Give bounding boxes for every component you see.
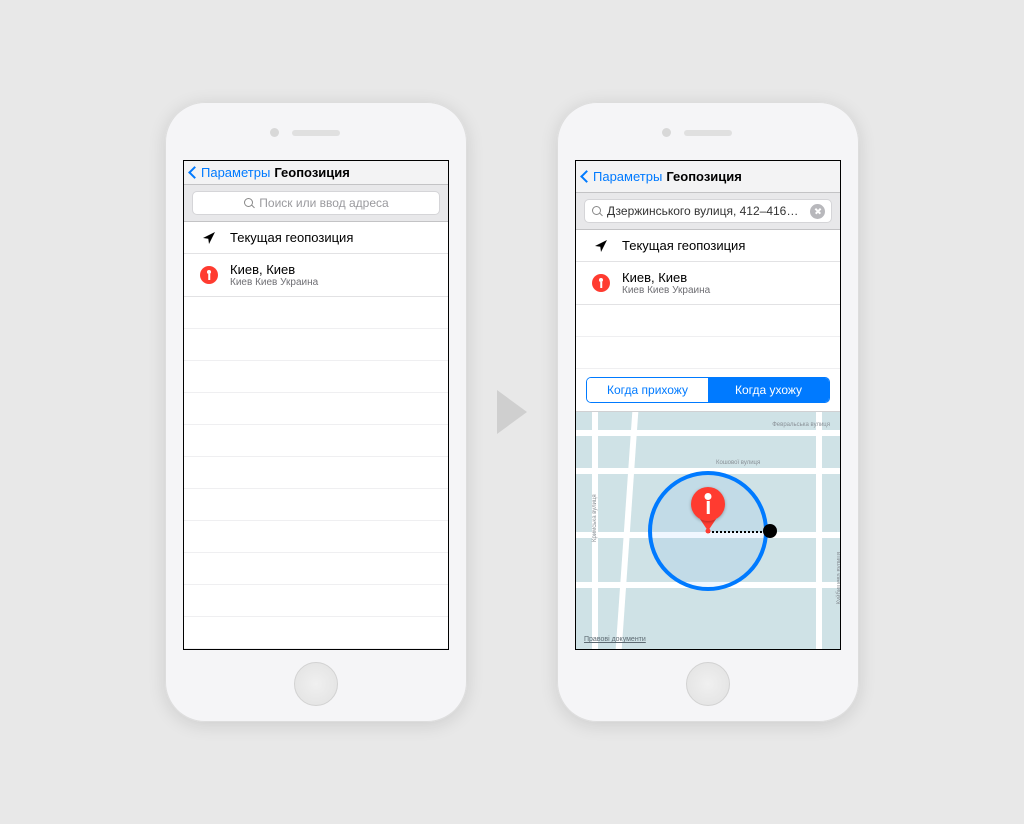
search-bar: Поиск или ввод адреса bbox=[184, 185, 448, 222]
row-label: Киев, Киев bbox=[230, 262, 318, 277]
search-placeholder: Поиск или ввод адреса bbox=[259, 196, 388, 210]
screen-right: Параметры Геопозиция Дзержинського вулиц… bbox=[575, 160, 841, 650]
nav-back-button[interactable]: Параметры bbox=[190, 165, 270, 180]
segment-arrive[interactable]: Когда прихожу bbox=[587, 378, 708, 402]
phone-mockup-left: Параметры Геопозиция Поиск или ввод адре… bbox=[165, 102, 467, 722]
row-current-location[interactable]: Текущая геопозиция bbox=[184, 222, 448, 254]
search-input[interactable]: Дзержинського вулиця, 412–416… bbox=[584, 199, 832, 223]
nav-bar: Параметры Геопозиция bbox=[184, 161, 448, 185]
search-value: Дзержинського вулиця, 412–416… bbox=[607, 204, 804, 218]
empty-list bbox=[576, 305, 840, 369]
location-arrow-icon bbox=[594, 239, 608, 253]
phone-camera bbox=[270, 128, 279, 137]
map-view[interactable]: Февральська вулиця Кошової вулиця Кримсь… bbox=[576, 411, 840, 649]
row-saved-location[interactable]: Киев, Киев Киев Киев Украина bbox=[184, 254, 448, 297]
chevron-left-icon bbox=[580, 170, 593, 183]
nav-back-label: Параметры bbox=[201, 165, 270, 180]
transition-arrow-icon bbox=[497, 390, 527, 434]
phone-speaker bbox=[292, 130, 340, 136]
search-input[interactable]: Поиск или ввод адреса bbox=[192, 191, 440, 215]
map-pin-icon bbox=[691, 487, 725, 531]
phone-mockup-right: Параметры Геопозиция Дзержинського вулиц… bbox=[557, 102, 859, 722]
row-current-location[interactable]: Текущая геопозиция bbox=[576, 230, 840, 262]
nav-bar: Параметры Геопозиция bbox=[576, 161, 840, 193]
row-sublabel: Киев Киев Украина bbox=[622, 285, 710, 296]
nav-title: Геопозиция bbox=[274, 165, 350, 180]
radius-handle[interactable] bbox=[763, 524, 777, 538]
row-label: Текущая геопозиция bbox=[230, 230, 353, 245]
legal-link[interactable]: Правові документи bbox=[584, 636, 646, 643]
nav-back-button[interactable]: Параметры bbox=[582, 169, 662, 184]
phone-speaker bbox=[684, 130, 732, 136]
home-button[interactable] bbox=[686, 662, 730, 706]
row-saved-location[interactable]: Киев, Киев Киев Киев Украина bbox=[576, 262, 840, 305]
street-label: Кошової вулиця bbox=[716, 460, 760, 466]
street-label: Куйбишева вулиця bbox=[836, 552, 840, 604]
street-label: Февральська вулиця bbox=[772, 422, 830, 428]
home-button[interactable] bbox=[294, 662, 338, 706]
search-bar: Дзержинського вулиця, 412–416… bbox=[576, 193, 840, 230]
pin-icon bbox=[200, 266, 218, 284]
location-arrow-icon bbox=[202, 231, 216, 245]
radius-line bbox=[708, 531, 770, 533]
segment-leave[interactable]: Когда ухожу bbox=[708, 378, 829, 402]
nav-back-label: Параметры bbox=[593, 169, 662, 184]
search-icon bbox=[591, 205, 603, 217]
arrive-leave-segment: Когда прихожу Когда ухожу bbox=[586, 377, 830, 403]
pin-icon bbox=[592, 274, 610, 292]
search-icon bbox=[243, 197, 255, 209]
clear-icon[interactable] bbox=[810, 204, 825, 219]
row-label: Текущая геопозиция bbox=[622, 238, 745, 253]
phone-camera bbox=[662, 128, 671, 137]
street-label: Кримська вулиця bbox=[592, 494, 598, 542]
row-sublabel: Киев Киев Украина bbox=[230, 277, 318, 288]
empty-list bbox=[184, 297, 448, 649]
screen-left: Параметры Геопозиция Поиск или ввод адре… bbox=[183, 160, 449, 650]
nav-title: Геопозиция bbox=[666, 169, 742, 184]
chevron-left-icon bbox=[188, 166, 201, 179]
row-label: Киев, Киев bbox=[622, 270, 710, 285]
